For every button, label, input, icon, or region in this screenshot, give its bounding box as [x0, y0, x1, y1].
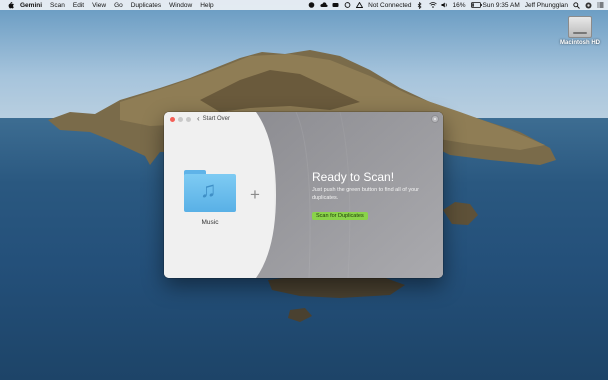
- wifi-icon[interactable]: [428, 2, 437, 8]
- scan-for-duplicates-button[interactable]: Scan for Duplicates: [312, 212, 368, 220]
- hard-drive-icon: [568, 16, 592, 38]
- spotlight-search-icon[interactable]: [573, 2, 580, 9]
- window-controls: [170, 117, 194, 122]
- app-window: ‹ Start Over ♫ Music + Ready to Scan! Ju…: [164, 112, 443, 278]
- menu-app-name[interactable]: Gemini: [20, 2, 42, 9]
- menu-scan[interactable]: Scan: [50, 2, 65, 9]
- network-icon[interactable]: [355, 1, 364, 8]
- network-status-text[interactable]: Not Connected: [368, 2, 411, 9]
- gemini-status-icon[interactable]: [308, 2, 315, 8]
- start-over-label: Start Over: [202, 116, 231, 122]
- user-name[interactable]: Jeff Phungglan: [525, 2, 568, 9]
- music-note-icon: ♫: [200, 177, 217, 202]
- ready-headline: Ready to Scan!: [312, 170, 395, 184]
- notification-center-icon[interactable]: [597, 2, 604, 8]
- siri-icon[interactable]: [585, 2, 592, 9]
- menu-duplicates[interactable]: Duplicates: [131, 2, 161, 9]
- menubar-clock[interactable]: Sun 9:35 AM: [483, 2, 520, 9]
- menu-window[interactable]: Window: [169, 2, 192, 9]
- folder-label: Music: [201, 219, 219, 226]
- ready-instructions: Just push the green button to find all o…: [312, 187, 420, 201]
- menu-view[interactable]: View: [92, 2, 106, 9]
- minimize-window-button[interactable]: [178, 117, 183, 122]
- bluetooth-icon[interactable]: [417, 1, 424, 10]
- menu-bar: Gemini Scan Edit View Go Duplicates Wind…: [0, 0, 608, 10]
- cloud-icon[interactable]: [320, 2, 328, 8]
- settings-gear-icon[interactable]: [431, 115, 439, 123]
- music-folder-icon[interactable]: ♫: [184, 170, 236, 212]
- battery-icon[interactable]: [470, 2, 482, 8]
- menu-help[interactable]: Help: [200, 2, 213, 9]
- desktop-drive[interactable]: Macintosh HD: [558, 16, 602, 46]
- menu-edit[interactable]: Edit: [73, 2, 84, 9]
- chevron-left-icon: ‹: [197, 114, 200, 123]
- close-window-button[interactable]: [170, 117, 175, 122]
- battery-percent[interactable]: 16%: [453, 2, 466, 9]
- volume-icon[interactable]: [441, 2, 448, 8]
- zoom-window-button[interactable]: [186, 117, 191, 122]
- drive-label: Macintosh HD: [559, 40, 600, 46]
- menu-go[interactable]: Go: [114, 2, 123, 9]
- sync-icon[interactable]: [344, 2, 351, 8]
- apple-menu-icon[interactable]: [8, 1, 14, 9]
- drive-icon[interactable]: [332, 2, 339, 8]
- add-folder-icon[interactable]: +: [250, 186, 260, 203]
- start-over-button[interactable]: ‹ Start Over: [197, 115, 230, 123]
